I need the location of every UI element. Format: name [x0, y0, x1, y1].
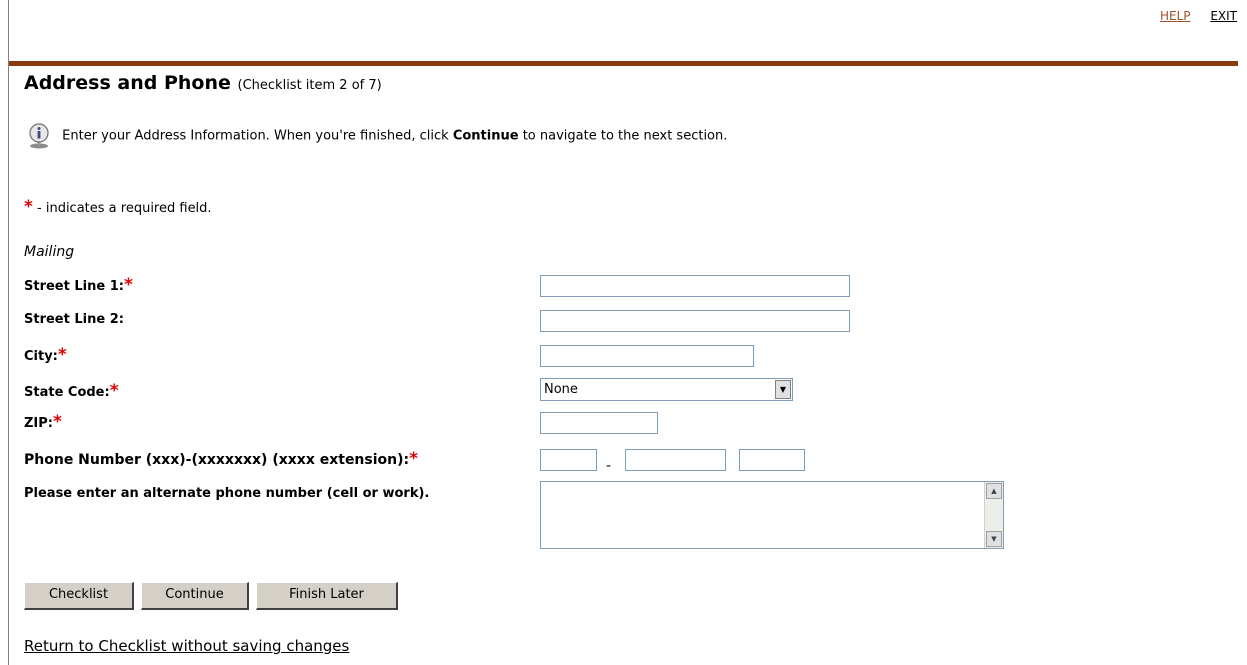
- info-text-continue: Continue: [452, 128, 519, 144]
- required-star-icon: *: [24, 197, 33, 217]
- info-text-prefix: Enter your Address Information. When you…: [62, 128, 449, 144]
- required-star-icon: *: [57, 345, 67, 365]
- page-subtitle: (Checklist item 2 of 7): [237, 78, 382, 93]
- info-text-suffix: to navigate to the next section.: [522, 128, 728, 144]
- phone-area-code-input[interactable]: [540, 449, 597, 471]
- street-line-1-label-text: Street Line 1:: [24, 279, 124, 294]
- phone-extension-input[interactable]: [739, 449, 805, 471]
- finish-later-button[interactable]: Finish Later: [256, 582, 398, 610]
- zip-input[interactable]: [540, 412, 658, 434]
- state-code-selected-value: None: [544, 382, 578, 397]
- alternate-phone-label: Please enter an alternate phone number (…: [24, 486, 430, 501]
- street-line-2-label: Street Line 2:: [24, 312, 124, 327]
- state-code-label: State Code:*: [24, 381, 119, 401]
- page-title-text: Address and Phone: [24, 72, 231, 94]
- phone-number-input[interactable]: [625, 449, 726, 471]
- scroll-up-icon[interactable]: ▲: [986, 483, 1002, 499]
- header-divider-bar: [9, 61, 1238, 66]
- help-link[interactable]: HELP: [1160, 9, 1191, 23]
- phone-number-label: Phone Number (xxx)-(xxxxxxx) (xxxx exten…: [24, 449, 419, 469]
- street-line-2-input[interactable]: [540, 310, 850, 332]
- required-star-icon: *: [123, 275, 133, 295]
- page-title: Address and Phone (Checklist item 2 of 7…: [24, 72, 382, 94]
- top-links: HELP EXIT: [1144, 9, 1237, 23]
- continue-button[interactable]: Continue: [141, 582, 249, 610]
- required-star-icon: *: [409, 449, 419, 469]
- return-to-checklist-link[interactable]: Return to Checklist without saving chang…: [24, 637, 349, 655]
- info-instruction: Enter your Address Information. When you…: [24, 123, 727, 149]
- street-line-1-label: Street Line 1:*: [24, 275, 133, 295]
- required-star-icon: *: [109, 381, 119, 401]
- exit-link[interactable]: EXIT: [1210, 9, 1237, 23]
- phone-number-label-text: Phone Number (xxx)-(xxxxxxx) (xxxx exten…: [24, 452, 410, 468]
- city-input[interactable]: [540, 345, 754, 367]
- chevron-down-icon[interactable]: ▼: [775, 380, 791, 399]
- checklist-button[interactable]: Checklist: [24, 582, 134, 610]
- zip-label: ZIP:*: [24, 412, 62, 432]
- scroll-down-icon[interactable]: ▼: [986, 531, 1002, 547]
- street-line-1-input[interactable]: [540, 275, 850, 297]
- required-note-text: - indicates a required field.: [32, 201, 212, 216]
- required-note: * - indicates a required field.: [24, 197, 212, 217]
- phone-separator: -: [606, 458, 612, 474]
- state-code-label-text: State Code:: [24, 385, 110, 400]
- info-icon: [24, 123, 54, 149]
- city-label-text: City:: [24, 349, 58, 364]
- zip-label-text: ZIP:: [24, 416, 53, 431]
- textarea-scrollbar[interactable]: ▲ ▼: [984, 482, 1003, 548]
- state-code-select[interactable]: None ▼: [540, 378, 793, 401]
- left-border-line: [8, 0, 9, 665]
- section-mailing: Mailing: [24, 244, 75, 260]
- city-label: City:*: [24, 345, 67, 365]
- required-star-icon: *: [53, 412, 62, 432]
- alternate-phone-textarea[interactable]: ▲ ▼: [540, 481, 1004, 549]
